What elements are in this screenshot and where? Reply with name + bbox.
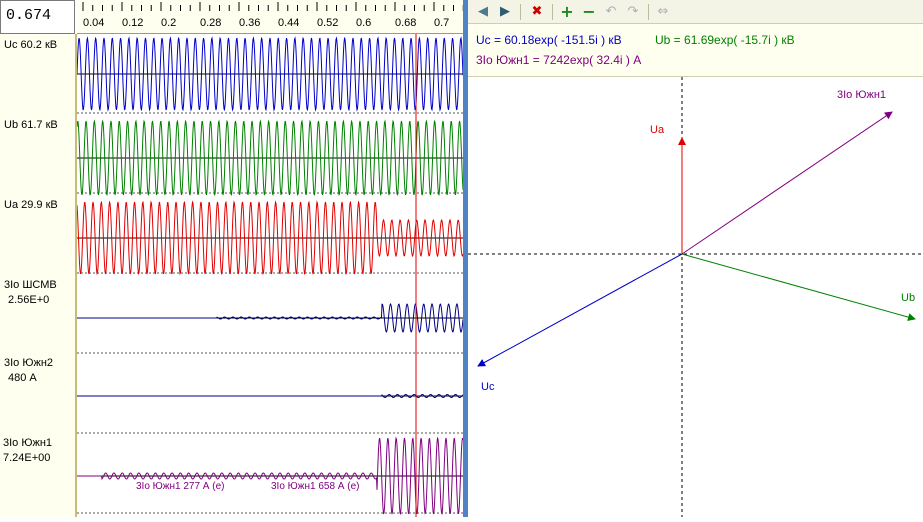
channel-name-io-yuzhn2: 3Io Южн2: [4, 357, 54, 369]
time-tick-label: 0.04: [83, 17, 104, 29]
cursor-time-readout[interactable]: 0.674: [0, 0, 75, 34]
channel-label-column: Uc 60.2 кВ Ub 61.7 кВ Ua 29.9 кВ 3Io ШСМ…: [0, 34, 77, 517]
phasor-info-ub: Ub = 61.69exp( -15.7i ) кВ: [655, 33, 795, 47]
channel-value-uc: 60.2 кВ: [20, 39, 58, 51]
phasor-label-uc: Uc: [481, 381, 495, 393]
toolbar-separator: [520, 4, 521, 20]
phasor-label-ua: Ua: [650, 124, 665, 136]
phasor-svg: Ua Ub Uc 3Io Южн1: [468, 77, 923, 517]
phasor-label-ub: Ub: [901, 292, 915, 304]
channel-name-io-shsmv: 3Io ШСМВ: [4, 279, 57, 291]
phasor-diagram[interactable]: Ua Ub Uc 3Io Южн1: [468, 77, 923, 517]
waveform-svg: 3Io Южн1 277 А (е) 3Io Южн1 658 А (е): [76, 34, 464, 517]
time-tick-label: 0.7: [434, 17, 449, 29]
channel-label-io-shsmv[interactable]: 3Io ШСМВ 2.56E+0: [4, 278, 57, 308]
time-tick-label: 0.36: [239, 17, 260, 29]
channel-name-io-yuzhn1: 3Io Южн1: [3, 437, 53, 449]
time-tick-label: 0.68: [395, 17, 416, 29]
channel-name-ub: Ub: [4, 119, 19, 131]
time-tick-label: 0.6: [356, 17, 371, 29]
phasor-info-uc: Uc = 60.18exp( -151.5i ) кВ: [476, 33, 622, 47]
toolbar-separator: [648, 4, 649, 20]
redo-icon[interactable]: ↷: [624, 3, 642, 21]
channel-label-ua[interactable]: Ua 29.9 кВ: [4, 198, 58, 213]
channel-value-ub: 61.7 кВ: [21, 119, 58, 131]
channel-label-ub[interactable]: Ub 61.7 кВ: [4, 118, 58, 133]
minus-icon[interactable]: −: [580, 3, 598, 21]
phasor-io-yuzhn1[interactable]: [681, 111, 893, 255]
phasor-uc[interactable]: [477, 253, 683, 367]
time-axis: 0.04 0.12 0.2 0.28 0.36 0.44 0.52 0.6 0.68 0.7: [77, 0, 467, 34]
channel-value-io-shsmv: 2.56E+0: [8, 294, 50, 306]
time-tick-label: 0.28: [200, 17, 221, 29]
time-axis-svg: 0.04 0.12 0.2 0.28 0.36 0.44 0.52 0.6 0.68 0.7: [82, 2, 464, 29]
wave-annotation-first: 3Io Южн1 277 А (е): [136, 481, 224, 492]
phasor-ub[interactable]: [681, 253, 916, 321]
arrow-right-icon[interactable]: ▶: [496, 3, 514, 21]
channel-label-uc[interactable]: Uc 60.2 кВ: [4, 38, 57, 53]
channel-name-uc: Uc: [4, 39, 18, 51]
waveform-area[interactable]: 3Io Южн1 277 А (е) 3Io Южн1 658 А (е): [76, 34, 467, 517]
phasor-info-box: Uc = 60.18exp( -151.5i ) кВ Ub = 61.69ex…: [468, 24, 923, 77]
delete-icon[interactable]: ✖: [528, 3, 546, 21]
wave-annotation-second: 3Io Южн1 658 А (е): [271, 481, 359, 492]
phasor-info-io: 3Io Южн1 = 7242exp( 32.4i ) А: [476, 53, 642, 67]
phasor-label-io: 3Io Южн1: [837, 89, 886, 101]
channel-value-io-yuzhn2: 480 А: [8, 372, 37, 384]
channel-value-io-yuzhn1: 7.24E+00: [3, 452, 51, 464]
channel-label-io-yuzhn1[interactable]: 3Io Южн1 7.24E+00: [3, 436, 52, 466]
phasor-toolbar: ◀ ▶ ✖ + − ↶ ↷ ⇔: [468, 0, 923, 24]
swap-icon[interactable]: ⇔: [654, 3, 672, 21]
toolbar-separator: [552, 4, 553, 20]
channel-value-ua: 29.9 кВ: [21, 199, 58, 211]
time-tick-label: 0.44: [278, 17, 299, 29]
time-tick-label: 0.52: [317, 17, 338, 29]
undo-icon[interactable]: ↶: [602, 3, 620, 21]
time-tick-label: 0.12: [122, 17, 143, 29]
arrow-left-icon[interactable]: ◀: [474, 3, 492, 21]
time-tick-label: 0.2: [161, 17, 176, 29]
channel-label-io-yuzhn2[interactable]: 3Io Южн2 480 А: [4, 356, 53, 386]
channel-name-ua: Ua: [4, 199, 19, 211]
plus-icon[interactable]: +: [558, 3, 576, 21]
